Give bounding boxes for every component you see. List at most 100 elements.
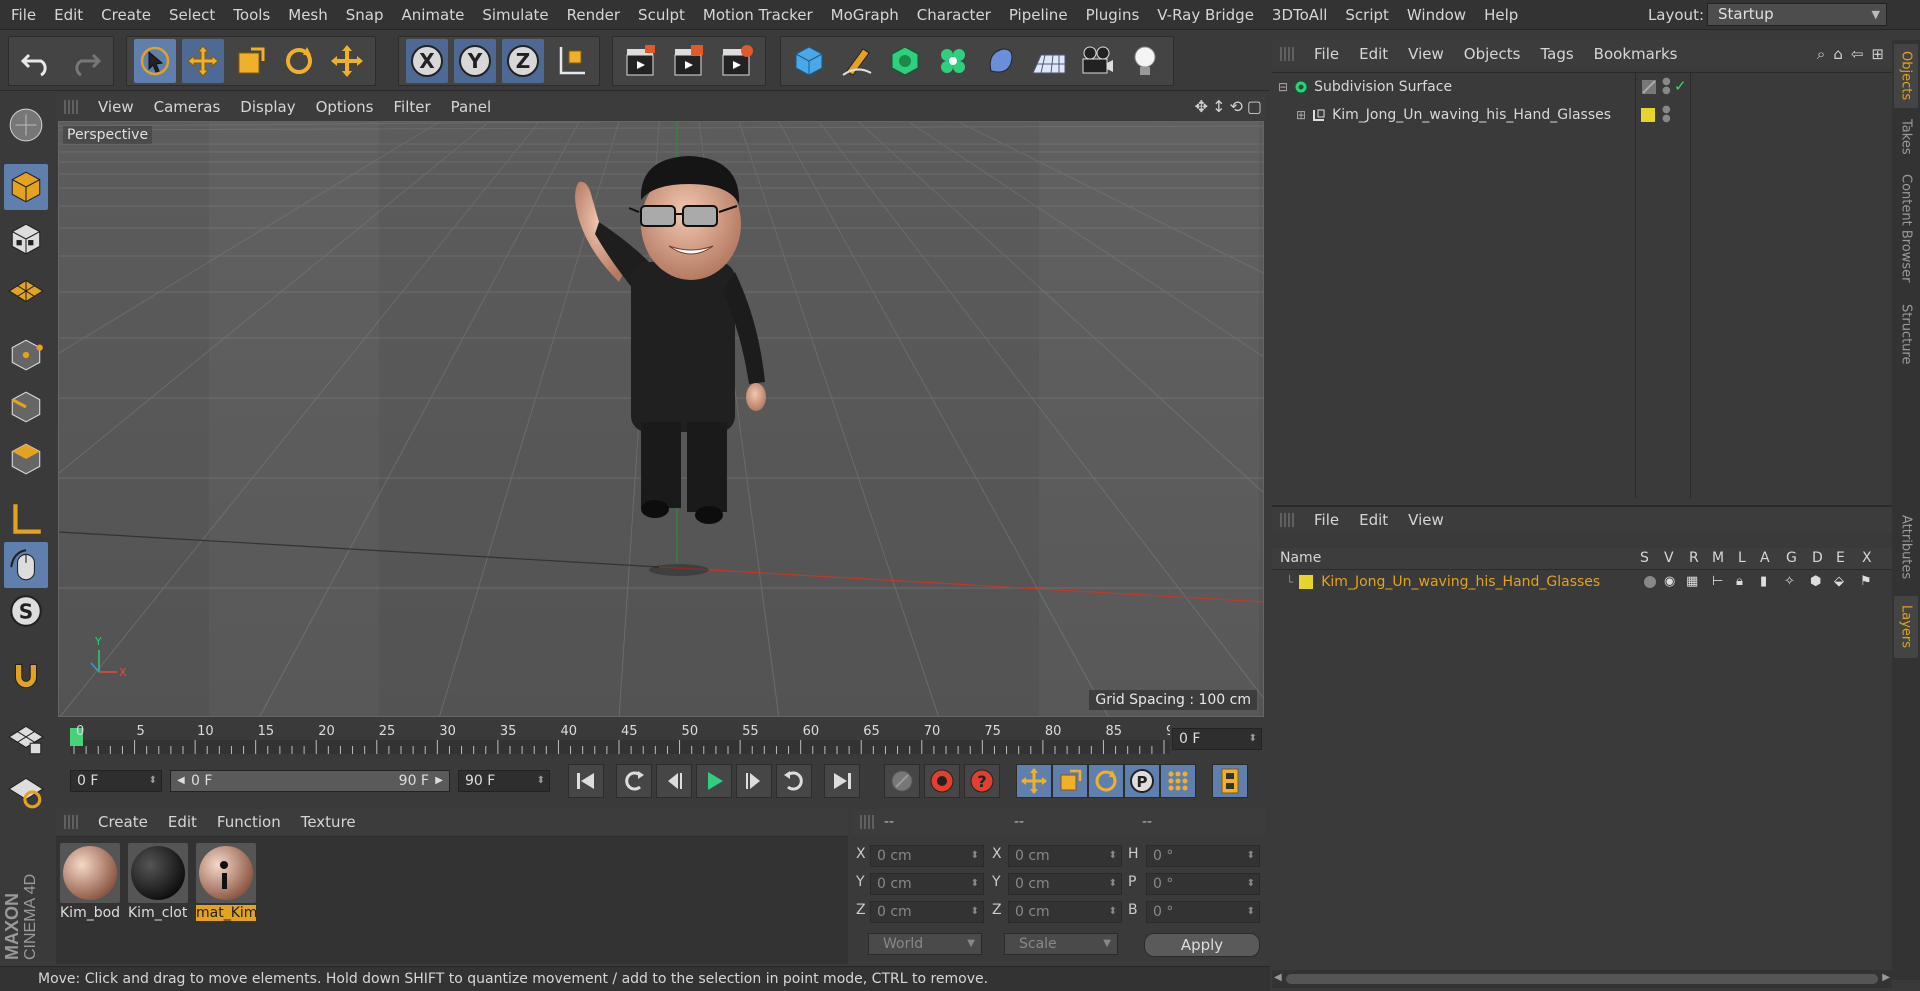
- material-menu-texture[interactable]: Texture: [291, 813, 366, 831]
- position-x-field[interactable]: 0 cm ⬍: [870, 845, 984, 867]
- go-to-start-button[interactable]: [568, 764, 604, 798]
- material-item[interactable]: Kim_clot: [128, 843, 188, 925]
- menu-vray-bridge[interactable]: V-Ray Bridge: [1148, 6, 1263, 24]
- visibility-dots-icon[interactable]: ● ●: [1662, 105, 1671, 124]
- zoom-icon[interactable]: ↕: [1212, 97, 1225, 116]
- perspective-viewport[interactable]: Y X Perspective Grid Spacing : 100 cm: [58, 121, 1264, 717]
- clapper-icon[interactable]: ▦: [1686, 574, 1698, 589]
- layer-col-manager[interactable]: M: [1712, 550, 1724, 566]
- layer-col-deformers[interactable]: D: [1812, 550, 1823, 566]
- camera-button[interactable]: [1076, 39, 1118, 83]
- layer-col-solo[interactable]: S: [1640, 550, 1649, 566]
- timeline-ruler[interactable]: 0 5 10 15 20 25 30 35 40 45 50 55 60 65 70 75 80 85 90 0 F…: [56, 718, 1266, 758]
- redo-button[interactable]: [64, 39, 106, 83]
- material-menu-create[interactable]: Create: [88, 813, 158, 831]
- solo-dot-icon[interactable]: [1644, 576, 1656, 588]
- panel-grip[interactable]: [64, 100, 80, 114]
- layers-menu-view[interactable]: View: [1398, 511, 1454, 529]
- next-frame-button[interactable]: [736, 764, 772, 798]
- workplane-mode-button[interactable]: [4, 268, 48, 314]
- record-active-objects-button[interactable]: [924, 764, 960, 798]
- previous-frame-button[interactable]: [656, 764, 692, 798]
- panel-grip[interactable]: [1280, 47, 1296, 61]
- menu-mesh[interactable]: Mesh: [279, 6, 337, 24]
- previous-key-button[interactable]: [616, 764, 652, 798]
- panel-grip[interactable]: [1280, 513, 1296, 527]
- viewport-menu-cameras[interactable]: Cameras: [144, 98, 231, 116]
- enabled-check-icon[interactable]: ✓: [1674, 77, 1687, 95]
- key-parameter-button[interactable]: P: [1124, 764, 1160, 798]
- subdivision-button[interactable]: [884, 39, 926, 83]
- back-icon[interactable]: ⇦: [1851, 45, 1864, 63]
- preview-start-field[interactable]: 0 F ⬍: [70, 770, 162, 792]
- snap-button[interactable]: [4, 652, 48, 698]
- size-x-field[interactable]: 0 cm ⬍: [1008, 845, 1122, 867]
- cube-button[interactable]: [788, 39, 830, 83]
- scale-tool-button[interactable]: [230, 39, 272, 83]
- expand-icon[interactable]: ⊞: [1296, 108, 1306, 122]
- menu-edit[interactable]: Edit: [45, 6, 92, 24]
- new-window-icon[interactable]: ⊞: [1871, 45, 1884, 63]
- layout-select[interactable]: Startup ▼: [1707, 3, 1887, 26]
- key-rotation-button[interactable]: [1088, 764, 1124, 798]
- generator-icon[interactable]: ✧: [1784, 574, 1795, 589]
- menu-motion-tracker[interactable]: Motion Tracker: [694, 6, 822, 24]
- menu-pipeline[interactable]: Pipeline: [1000, 6, 1077, 24]
- layers-menu-file[interactable]: File: [1304, 511, 1349, 529]
- locked-workplane-button[interactable]: [4, 716, 48, 762]
- deformer-button[interactable]: [980, 39, 1022, 83]
- hierarchy-icon[interactable]: ⊢: [1712, 574, 1723, 589]
- axis-mode-button[interactable]: [4, 496, 48, 542]
- apply-button[interactable]: Apply: [1144, 933, 1260, 957]
- collapse-icon[interactable]: ⊟: [1278, 80, 1288, 94]
- live-select-button[interactable]: [134, 39, 176, 83]
- layer-col-locked[interactable]: L: [1738, 550, 1746, 566]
- tab-takes[interactable]: Takes: [1894, 112, 1918, 162]
- material-item[interactable]: Kim_bod: [60, 843, 120, 925]
- objects-menu-view[interactable]: View: [1398, 45, 1454, 63]
- menu-animate[interactable]: Animate: [393, 6, 474, 24]
- solo-button[interactable]: S: [4, 588, 48, 634]
- rotation-p-field[interactable]: 0 ° ⬍: [1146, 873, 1260, 895]
- points-mode-button[interactable]: [4, 332, 48, 378]
- xref-icon[interactable]: ⚑: [1860, 574, 1872, 589]
- timeline-window-button[interactable]: [1212, 764, 1248, 798]
- current-frame-field[interactable]: 0 F ⬍: [1172, 728, 1262, 750]
- tab-structure[interactable]: Structure: [1894, 294, 1918, 374]
- recent-tool-button[interactable]: [326, 39, 368, 83]
- menu-help[interactable]: Help: [1475, 6, 1527, 24]
- film-icon[interactable]: ▮: [1760, 574, 1767, 589]
- menu-script[interactable]: Script: [1336, 6, 1398, 24]
- chevron-left-icon[interactable]: ◀: [1274, 972, 1282, 983]
- floor-button[interactable]: [1028, 39, 1070, 83]
- key-position-button[interactable]: [1016, 764, 1052, 798]
- light-button[interactable]: [1124, 39, 1166, 83]
- maximize-icon[interactable]: ▢: [1247, 97, 1262, 116]
- edges-mode-button[interactable]: [4, 384, 48, 430]
- play-button[interactable]: [696, 764, 732, 798]
- mograph-button[interactable]: [932, 39, 974, 83]
- position-z-field[interactable]: 0 cm ⬍: [870, 901, 984, 923]
- lock-icon[interactable]: 🔒︎: [1736, 574, 1743, 589]
- coordinate-system-button[interactable]: [550, 39, 592, 83]
- layer-col-xref[interactable]: X: [1862, 550, 1872, 566]
- material-menu-function[interactable]: Function: [207, 813, 291, 831]
- orbit-icon[interactable]: ⟲: [1229, 97, 1242, 116]
- menu-tools[interactable]: Tools: [224, 6, 279, 24]
- make-editable-button[interactable]: [4, 102, 48, 148]
- layer-color-swatch[interactable]: [1299, 575, 1314, 589]
- objects-menu-tags[interactable]: Tags: [1530, 45, 1583, 63]
- scrollbar-thumb[interactable]: [1286, 974, 1878, 984]
- layer-col-generators[interactable]: G: [1786, 550, 1797, 566]
- tab-attributes[interactable]: Attributes: [1894, 502, 1918, 592]
- panel-grip[interactable]: [860, 815, 876, 829]
- viewport-menu-panel[interactable]: Panel: [441, 98, 501, 116]
- viewport-menu-view[interactable]: View: [88, 98, 144, 116]
- viewport-menu-display[interactable]: Display: [230, 98, 305, 116]
- render-picture-viewer-button[interactable]: [668, 39, 710, 83]
- menu-create[interactable]: Create: [92, 6, 160, 24]
- material-item-selected[interactable]: mat_Kim: [196, 843, 256, 925]
- layer-horizontal-scrollbar[interactable]: ◀ ▶: [1272, 970, 1892, 988]
- next-key-button[interactable]: [776, 764, 812, 798]
- record-disabled-button[interactable]: [884, 764, 920, 798]
